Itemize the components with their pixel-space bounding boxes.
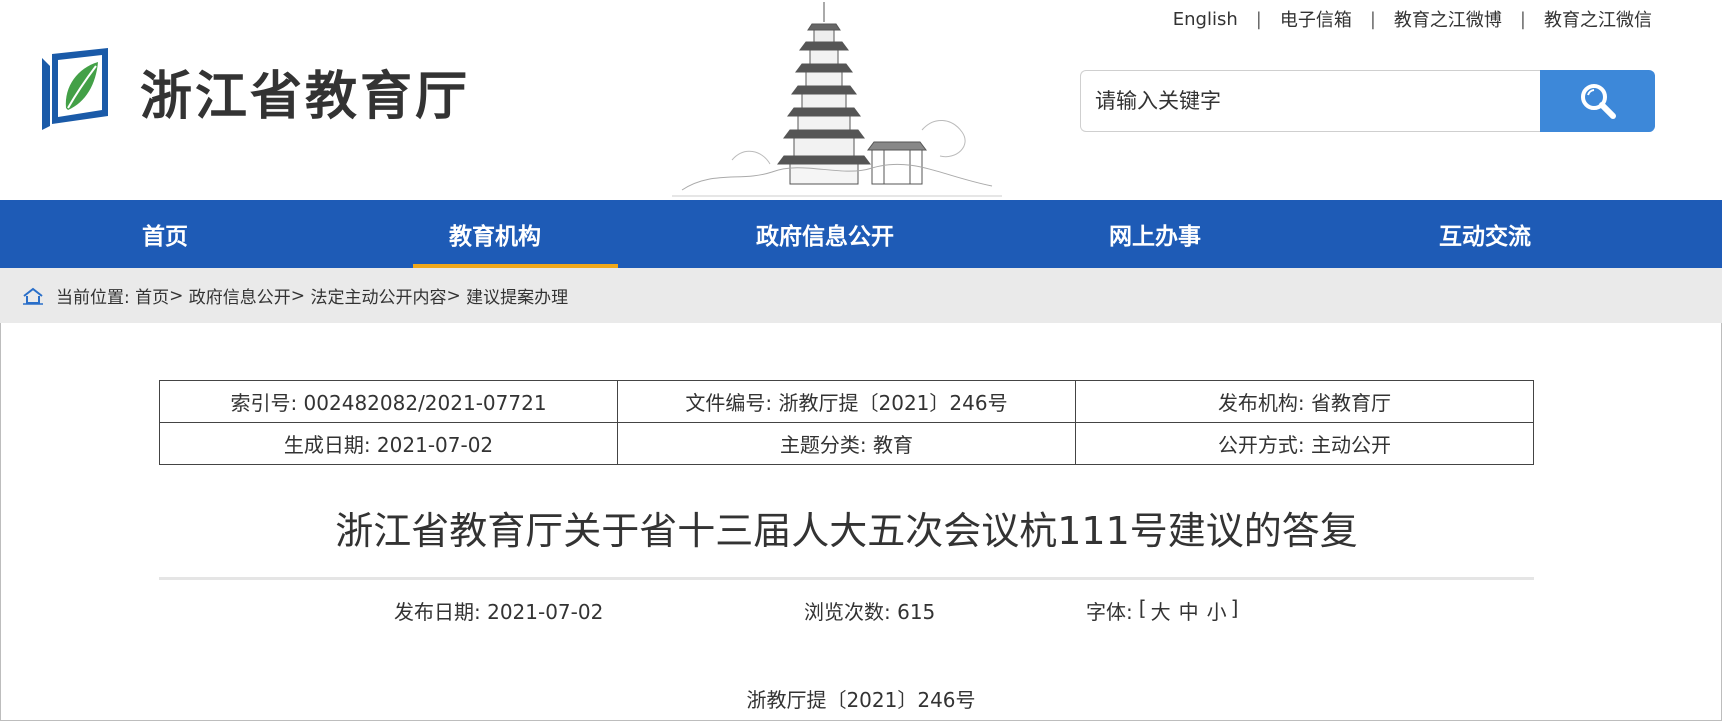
meta-created-date: 生成日期: 2021-07-02 <box>159 422 618 465</box>
breadcrumb-gov-info[interactable]: 政府信息公开 <box>189 283 291 308</box>
main-nav: 首页 教育机构 政府信息公开 网上办事 互动交流 <box>0 200 1722 268</box>
home-icon <box>23 287 43 305</box>
pagoda-illustration-icon <box>672 2 1002 197</box>
font-size-control: 字体: [ 大 中 小 ] <box>1086 596 1238 625</box>
breadcrumb-separator: > <box>290 285 306 306</box>
search-input[interactable] <box>1080 70 1541 132</box>
font-large-button[interactable]: 大 <box>1151 596 1171 625</box>
wechat-link[interactable]: 教育之江微信 <box>1544 6 1652 32</box>
top-link-separator: | <box>1369 8 1376 30</box>
edu-leaf-logo-icon <box>42 48 108 130</box>
font-size-label: 字体: <box>1086 600 1133 624</box>
weibo-link[interactable]: 教育之江微博 <box>1394 6 1502 32</box>
meta-index-number: 索引号: 002482082/2021-07721 <box>159 380 618 423</box>
meta-topic: 主题分类: 教育 <box>617 422 1076 465</box>
breadcrumb-prefix: 当前位置: <box>56 288 130 308</box>
meta-file-number: 文件编号: 浙教厅提〔2021〕246号 <box>617 380 1076 423</box>
table-row: 生成日期: 2021-07-02 主题分类: 教育 公开方式: 主动公开 <box>159 422 1534 465</box>
nav-gov-info[interactable]: 政府信息公开 <box>660 200 990 268</box>
breadcrumb-separator: > <box>446 285 461 306</box>
breadcrumb-proposals[interactable]: 建议提案办理 <box>466 283 568 308</box>
nav-education-institutions[interactable]: 教育机构 <box>330 200 660 268</box>
view-count: 浏览次数: 615 <box>804 600 936 624</box>
site-name: 浙江省教育厅 <box>140 65 471 127</box>
top-link-separator: | <box>1255 8 1262 30</box>
english-link[interactable]: English <box>1173 9 1238 30</box>
breadcrumb-separator: > <box>169 285 184 306</box>
breadcrumb-home[interactable]: 首页 <box>135 283 169 308</box>
search-box <box>1080 70 1655 132</box>
title-divider <box>159 577 1534 580</box>
table-row: 索引号: 002482082/2021-07721 文件编号: 浙教厅提〔202… <box>159 380 1534 423</box>
site-logo[interactable]: 浙江省教育厅 <box>38 46 470 136</box>
article-title: 浙江省教育厅关于省十三届人大五次会议杭111号建议的答复 <box>335 509 1358 553</box>
email-link[interactable]: 电子信箱 <box>1280 6 1352 32</box>
nav-home[interactable]: 首页 <box>0 200 330 268</box>
search-button[interactable] <box>1540 70 1655 132</box>
font-small-button[interactable]: 小 <box>1207 596 1227 625</box>
document-meta-table: 索引号: 002482082/2021-07721 文件编号: 浙教厅提〔202… <box>159 380 1534 465</box>
search-icon <box>1580 84 1616 119</box>
nav-interaction[interactable]: 互动交流 <box>1320 200 1650 268</box>
nav-online-services[interactable]: 网上办事 <box>990 200 1320 268</box>
meta-disclosure: 公开方式: 主动公开 <box>1075 422 1534 465</box>
breadcrumb: 当前位置: 首页 > 政府信息公开 > 法定主动公开内容 > 建议提案办理 <box>0 268 1722 323</box>
header: 浙江省教育厅 English | 电子信箱 | 教育之江微博 | 教育之江微信 … <box>0 0 1722 200</box>
top-link-separator: | <box>1519 8 1526 30</box>
font-medium-button[interactable]: 中 <box>1179 596 1199 625</box>
font-bracket-close: ] <box>1230 596 1239 620</box>
font-bracket-open: [ <box>1138 596 1147 620</box>
document-number: 浙教厅提〔2021〕246号 <box>746 688 976 712</box>
breadcrumb-statutory[interactable]: 法定主动公开内容 <box>310 283 446 308</box>
meta-publisher: 发布机构: 省教育厅 <box>1075 380 1534 423</box>
publish-date: 发布日期: 2021-07-02 <box>394 600 604 624</box>
top-links: English | 电子信箱 | 教育之江微博 | 教育之江微信 <box>1173 6 1652 32</box>
